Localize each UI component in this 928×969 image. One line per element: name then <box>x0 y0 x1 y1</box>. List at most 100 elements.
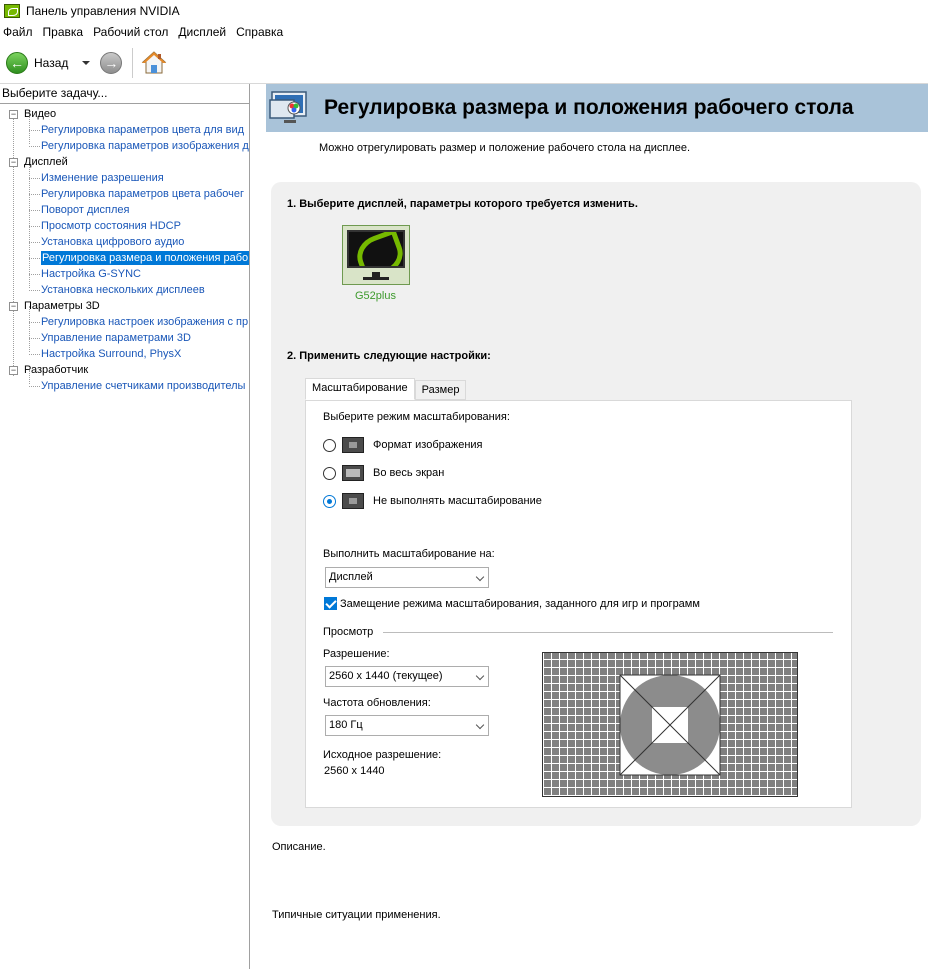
tree-category-label: Разработчик <box>24 364 89 376</box>
step1-heading: 1. Выберите дисплей, параметры которого … <box>287 198 638 210</box>
select-value: 180 Гц <box>329 719 363 731</box>
sidebar-header: Выберите задачу... <box>0 84 249 104</box>
toolbar: ← Назад → <box>0 42 928 84</box>
tree-item[interactable]: Просмотр состояния HDCP <box>0 218 249 234</box>
tree-item[interactable]: Управление параметрами 3D <box>0 330 249 346</box>
back-button[interactable]: ← Назад <box>6 51 69 74</box>
radio-label: Формат изображения <box>373 439 483 451</box>
tree-item[interactable]: Установка цифрового аудио <box>0 234 249 250</box>
tree-category-display[interactable]: − Дисплей <box>0 154 249 170</box>
refresh-rate-select[interactable]: 180 Гц <box>325 715 489 736</box>
display-tile[interactable] <box>342 225 410 285</box>
tree-item[interactable]: Регулировка параметров цвета рабочег <box>0 186 249 202</box>
history-dropdown-icon[interactable] <box>82 60 91 65</box>
window-title: Панель управления NVIDIA <box>26 4 180 18</box>
tree-item-label: Регулировка настроек изображения с пр <box>41 316 249 328</box>
aspect-ratio-icon <box>342 437 364 453</box>
tree-item-label: Регулировка параметров цвета рабочег <box>41 188 245 200</box>
collapse-icon[interactable]: − <box>9 158 18 167</box>
step2-heading: 2. Применить следующие настройки: <box>287 350 491 362</box>
main-content: Регулировка размера и положения рабочего… <box>254 84 928 969</box>
home-icon[interactable] <box>141 50 167 76</box>
preview-group: Просмотр <box>323 626 833 638</box>
nvidia-app-icon <box>4 4 20 18</box>
resolution-label: Разрешение: <box>323 648 390 660</box>
tree-item[interactable]: Настройка Surround, PhysX <box>0 346 249 362</box>
resolution-select[interactable]: 2560 x 1440 (текущее) <box>325 666 489 687</box>
back-label: Назад <box>34 55 69 70</box>
radio-button[interactable] <box>323 438 336 452</box>
tree-category-3d[interactable]: − Параметры 3D <box>0 298 249 314</box>
scaling-preview-image <box>542 652 798 797</box>
tree-item[interactable]: Установка нескольких дисплеев <box>0 282 249 298</box>
tree-item[interactable]: Регулировка параметров цвета для вид <box>0 122 249 138</box>
menu-desktop[interactable]: Рабочий стол <box>88 25 173 39</box>
collapse-icon[interactable]: − <box>9 110 18 119</box>
radio-aspect-ratio[interactable]: Формат изображения <box>323 437 483 453</box>
tree-item-label: Установка цифрового аудио <box>41 236 185 248</box>
checkbox-label: Замещение режима масштабирования, заданн… <box>340 597 700 610</box>
radio-button-checked[interactable] <box>323 494 336 508</box>
task-sidebar: Выберите задачу... − Видео Регулировка па… <box>0 84 250 969</box>
tree-item-label: Регулировка размера и положения рабо <box>41 251 249 265</box>
tree-category-label: Параметры 3D <box>24 300 100 312</box>
tree-item-label: Управление параметрами 3D <box>41 332 191 344</box>
tree-item-label: Управление счетчиками производителы <box>41 380 246 392</box>
tree-item-selected[interactable]: Регулировка размера и положения рабо <box>0 250 249 266</box>
chevron-down-icon <box>475 720 485 730</box>
tree-item-label: Установка нескольких дисплеев <box>41 284 205 296</box>
tree-item[interactable]: Поворот дисплея <box>0 202 249 218</box>
group-divider <box>383 631 833 633</box>
tab-size[interactable]: Размер <box>414 380 467 400</box>
page-description: Можно отрегулировать размер и положение … <box>319 142 691 154</box>
usage-heading: Типичные ситуации применения. <box>272 909 441 921</box>
tree-item[interactable]: Настройка G-SYNC <box>0 266 249 282</box>
chevron-down-icon <box>475 572 485 582</box>
menu-edit[interactable]: Правка <box>38 25 89 39</box>
menu-bar: Файл Правка Рабочий стол Дисплей Справка <box>0 22 928 42</box>
tree-category-developer[interactable]: − Разработчик <box>0 362 249 378</box>
tree-item-label: Регулировка параметров цвета для вид <box>41 124 245 136</box>
menu-file[interactable]: Файл <box>0 25 38 39</box>
collapse-icon[interactable]: − <box>9 366 18 375</box>
task-tree: − Видео Регулировка параметров цвета для … <box>0 104 249 394</box>
collapse-icon[interactable]: − <box>9 302 18 311</box>
title-bar: Панель управления NVIDIA <box>0 0 928 22</box>
tree-item[interactable]: Изменение разрешения <box>0 170 249 186</box>
forward-arrow-icon[interactable]: → <box>100 51 123 74</box>
tree-item-label: Настройка Surround, PhysX <box>41 348 182 360</box>
perform-scaling-on-select[interactable]: Дисплей <box>325 567 489 588</box>
chevron-down-icon <box>475 671 485 681</box>
native-resolution-label: Исходное разрешение: <box>323 749 442 761</box>
tree-category-video[interactable]: − Видео <box>0 106 249 122</box>
tree-item-label: Настройка G-SYNC <box>41 268 141 280</box>
settings-panel: 1. Выберите дисплей, параметры которого … <box>271 182 921 826</box>
monitor-icon <box>347 230 405 268</box>
full-screen-icon <box>342 465 364 481</box>
tree-item[interactable]: Регулировка настроек изображения с пр <box>0 314 249 330</box>
tree-category-label: Дисплей <box>24 156 68 168</box>
display-name: G52plus <box>355 290 396 302</box>
radio-full-screen[interactable]: Во весь экран <box>323 465 444 481</box>
tree-item-label: Регулировка параметров изображения д <box>41 140 249 152</box>
tree-item-label: Изменение разрешения <box>41 172 164 184</box>
refresh-rate-label: Частота обновления: <box>323 697 431 709</box>
scaling-tab-body: Выберите режим масштабирования: Формат и… <box>305 400 852 808</box>
tab-scaling[interactable]: Масштабирование <box>305 378 415 400</box>
toolbar-separator <box>132 47 134 78</box>
select-value: 2560 x 1440 (текущее) <box>329 670 443 682</box>
radio-no-scaling[interactable]: Не выполнять масштабирование <box>323 493 542 509</box>
menu-display[interactable]: Дисплей <box>173 25 231 39</box>
back-arrow-icon: ← <box>6 51 28 74</box>
menu-help[interactable]: Справка <box>231 25 288 39</box>
desktop-settings-icon <box>268 88 312 128</box>
checkbox-checked[interactable] <box>324 597 337 610</box>
no-scaling-icon <box>342 493 364 509</box>
settings-tabs: Масштабирование Размер <box>305 378 467 400</box>
tree-item[interactable]: Регулировка параметров изображения д <box>0 138 249 154</box>
tree-item[interactable]: Управление счетчиками производителы <box>0 378 249 394</box>
override-scaling-checkbox-row[interactable]: Замещение режима масштабирования, заданн… <box>324 597 700 610</box>
radio-button[interactable] <box>323 466 336 480</box>
select-value: Дисплей <box>329 571 373 583</box>
description-heading: Описание. <box>272 841 326 853</box>
